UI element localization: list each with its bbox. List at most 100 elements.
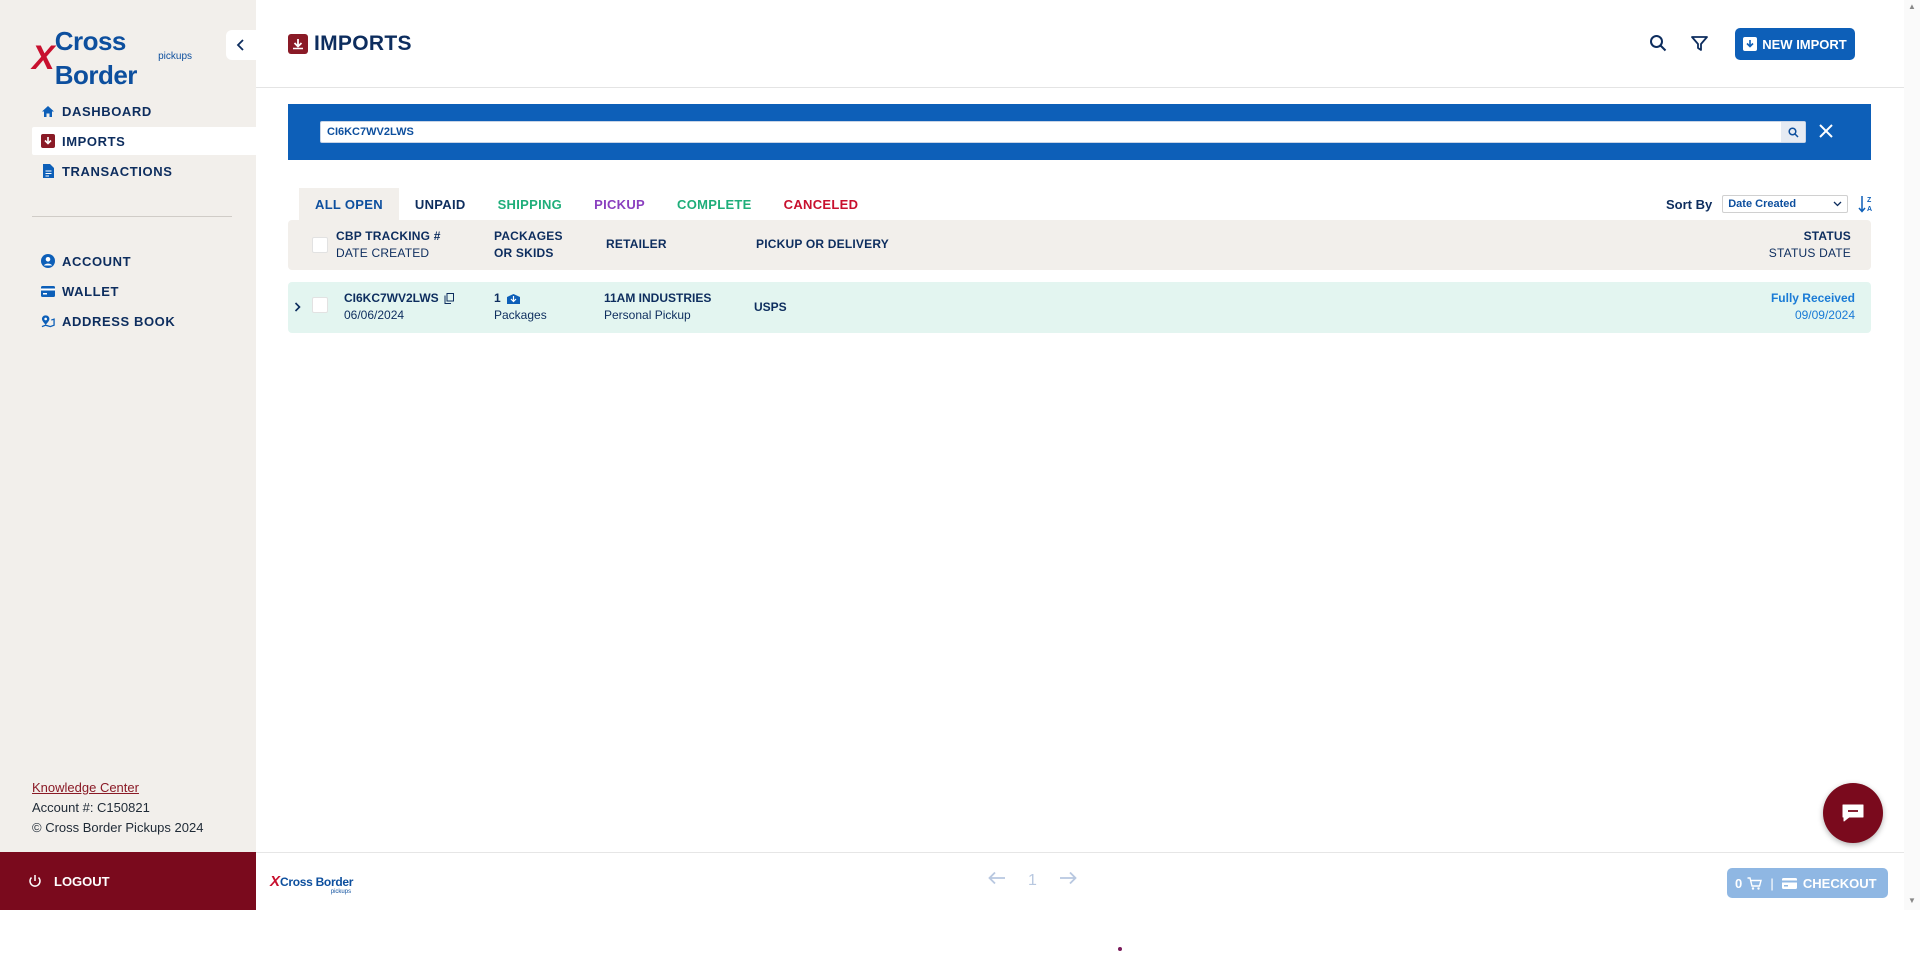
copyright: © Cross Border Pickups 2024 (32, 820, 204, 835)
pagination: 1 (988, 871, 1077, 890)
header-tracking: CBP TRACKING # DATE CREATED (336, 228, 441, 262)
sort-controls: Sort By Date Created ZA (1666, 195, 1874, 213)
tab-label: COMPLETE (677, 196, 752, 212)
sidebar-item-label: WALLET (62, 283, 120, 299)
import-icon (1743, 37, 1758, 51)
cart-icon (1747, 876, 1763, 890)
sort-select[interactable]: Date Created (1722, 195, 1849, 213)
search-input[interactable] (321, 122, 1781, 142)
date-created: 06/06/2024 (344, 308, 405, 322)
row-checkbox[interactable] (312, 297, 328, 313)
user-circle-icon (41, 254, 55, 268)
chevron-left-icon (236, 39, 244, 51)
main-nav: DASHBOARD IMPORTS TRANSACTIONS (32, 97, 256, 187)
copy-icon[interactable] (444, 293, 454, 304)
sidebar-item-label: DASHBOARD (62, 103, 152, 119)
footer-logo-sub: pickups (330, 889, 352, 895)
search-button[interactable] (1647, 32, 1669, 54)
next-page-button[interactable] (1059, 871, 1077, 890)
tab-canceled[interactable]: CANCELED (768, 188, 875, 220)
sidebar-item-wallet[interactable]: WALLET (32, 277, 256, 305)
sidebar-item-transactions[interactable]: TRANSACTIONS (32, 157, 256, 185)
expand-row-button[interactable] (294, 298, 306, 316)
table-header: CBP TRACKING # DATE CREATED PACKAGES OR … (288, 220, 1871, 270)
loading-dot (1118, 947, 1122, 951)
tab-pickup[interactable]: PICKUP (578, 188, 661, 220)
map-pin-icon (41, 314, 55, 328)
retailer-name: 11AM INDUSTRIES (604, 291, 712, 305)
sidebar-item-label: TRANSACTIONS (62, 163, 173, 179)
sort-label: Sort By (1666, 196, 1713, 212)
chevron-right-icon (294, 302, 301, 312)
app-root: X Cross Border pickups DASHBOARD IMPORTS… (0, 0, 1920, 953)
tab-all-open[interactable]: ALL OPEN (299, 188, 399, 220)
arrow-left-icon (988, 871, 1005, 885)
sort-z-a-icon: ZA (1858, 196, 1872, 213)
logo-x-mark: X (32, 39, 55, 77)
sidebar-item-label: IMPORTS (62, 133, 126, 149)
checkout-label: CHECKOUT (1802, 875, 1877, 891)
table-row[interactable]: CI6KC7WV2LWS 06/06/2024 1 Packages 11AM … (288, 282, 1871, 333)
card-icon (1781, 877, 1797, 889)
close-search-button[interactable] (1815, 120, 1837, 142)
search-banner (288, 104, 1871, 160)
sidebar-item-imports[interactable]: IMPORTS (32, 127, 256, 155)
header-skids-label: OR SKIDS (494, 246, 554, 260)
logo-subtext: pickups (158, 51, 192, 62)
sidebar: X Cross Border pickups DASHBOARD IMPORTS… (0, 0, 256, 910)
account-nav: ACCOUNT WALLET ADDRESS BOOK (32, 247, 256, 337)
header-pickup-delivery: PICKUP OR DELIVERY (756, 237, 889, 251)
cell-status: Fully Received 09/09/2024 (1771, 290, 1855, 324)
sidebar-item-account[interactable]: ACCOUNT (32, 247, 256, 275)
scroll-up-arrow-icon[interactable]: ▲ (1908, 2, 1916, 11)
tab-complete[interactable]: COMPLETE (661, 188, 768, 220)
page-scrollbar[interactable]: ▲ ▼ (1904, 0, 1920, 910)
document-icon (41, 164, 55, 178)
tab-label: SHIPPING (497, 196, 563, 212)
checkout-button[interactable]: 0 | CHECKOUT (1727, 868, 1888, 898)
knowledge-center-link[interactable]: Knowledge Center (32, 780, 139, 795)
tab-label: PICKUP (594, 196, 646, 212)
logout-label: LOGOUT (54, 873, 110, 889)
search-icon (1650, 35, 1667, 52)
page-title: IMPORTS (288, 32, 412, 56)
search-box (320, 121, 1806, 143)
tab-label: ALL OPEN (315, 196, 383, 212)
sidebar-item-label: ADDRESS BOOK (62, 313, 176, 329)
filter-button[interactable] (1688, 32, 1710, 54)
new-import-label: NEW IMPORT (1762, 36, 1847, 52)
select-all-checkbox[interactable] (312, 237, 328, 253)
arrow-right-icon (1059, 871, 1077, 885)
page-title-text: IMPORTS (314, 32, 412, 55)
sidebar-item-dashboard[interactable]: DASHBOARD (32, 97, 256, 125)
tracking-number[interactable]: CI6KC7WV2LWS (344, 290, 439, 307)
filter-icon (1690, 35, 1708, 51)
new-import-button[interactable]: NEW IMPORT (1735, 28, 1855, 60)
header-packages-label: PACKAGES (494, 229, 563, 243)
collapse-sidebar-button[interactable] (226, 30, 256, 60)
home-icon (41, 104, 55, 118)
footer-logo: X Cross Border pickups (270, 873, 353, 895)
sidebar-footer: Knowledge Center Account #: C150821 © Cr… (32, 778, 203, 838)
chat-icon (1842, 804, 1864, 822)
cell-tracking: CI6KC7WV2LWS 06/06/2024 (344, 290, 454, 324)
tab-unpaid[interactable]: UNPAID (399, 188, 482, 220)
chat-button[interactable] (1823, 783, 1883, 843)
sidebar-item-address-book[interactable]: ADDRESS BOOK (32, 307, 256, 335)
import-icon (41, 134, 55, 148)
scroll-down-arrow-icon[interactable]: ▼ (1908, 896, 1916, 905)
logout-button[interactable]: LOGOUT (0, 852, 256, 910)
sort-direction-button[interactable]: ZA (1858, 195, 1874, 213)
header-status: STATUS STATUS DATE (1769, 228, 1851, 262)
prev-page-button[interactable] (988, 871, 1006, 890)
package-unit: Packages (494, 308, 547, 322)
retailer-sub: Personal Pickup (604, 308, 691, 322)
header-date-created-label: DATE CREATED (336, 246, 430, 260)
brand-logo[interactable]: X Cross Border pickups (32, 24, 202, 90)
search-submit-button[interactable] (1781, 122, 1805, 142)
tab-shipping[interactable]: SHIPPING (482, 188, 579, 220)
status-tabs: ALL OPEN UNPAID SHIPPING PICKUP COMPLETE… (299, 188, 874, 220)
footer-logo-x: X (270, 873, 281, 890)
header-tracking-label: CBP TRACKING # (336, 229, 441, 243)
page-footer: X Cross Border pickups 1 0 | CHECKOUT (256, 852, 1904, 910)
